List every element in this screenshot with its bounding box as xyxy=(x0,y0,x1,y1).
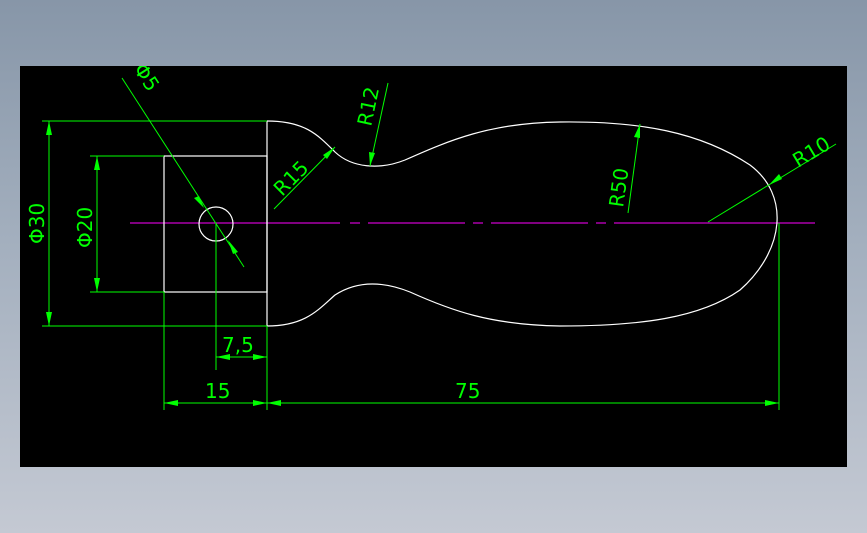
dim-dia-20-label: Φ20 xyxy=(73,207,97,248)
dim-dia-5-label: Φ5 xyxy=(129,66,165,96)
dim-r15: R15 xyxy=(269,146,336,210)
dim-7-5-label: 7,5 xyxy=(222,333,254,357)
dim-r15-label: R15 xyxy=(269,156,314,201)
dim-75: 75 xyxy=(267,223,780,410)
dim-r10-label: R10 xyxy=(788,131,834,172)
cad-drawing-viewport[interactable]: Φ30 Φ20 Φ5 7,5 15 75 R15 R12 R50 R10 xyxy=(20,66,847,467)
dim-dia-30-label: Φ30 xyxy=(25,203,49,244)
cad-drawing: Φ30 Φ20 Φ5 7,5 15 75 R15 R12 R50 R10 xyxy=(25,66,837,410)
dim-dia-20: Φ20 xyxy=(73,155,164,293)
dim-r50: R50 xyxy=(604,123,641,214)
dim-15-label: 15 xyxy=(205,379,230,403)
dim-75-label: 75 xyxy=(455,379,480,403)
dim-dia-5: Φ5 xyxy=(121,66,245,268)
dim-r12: R12 xyxy=(352,82,389,167)
dim-r10: R10 xyxy=(707,131,837,223)
